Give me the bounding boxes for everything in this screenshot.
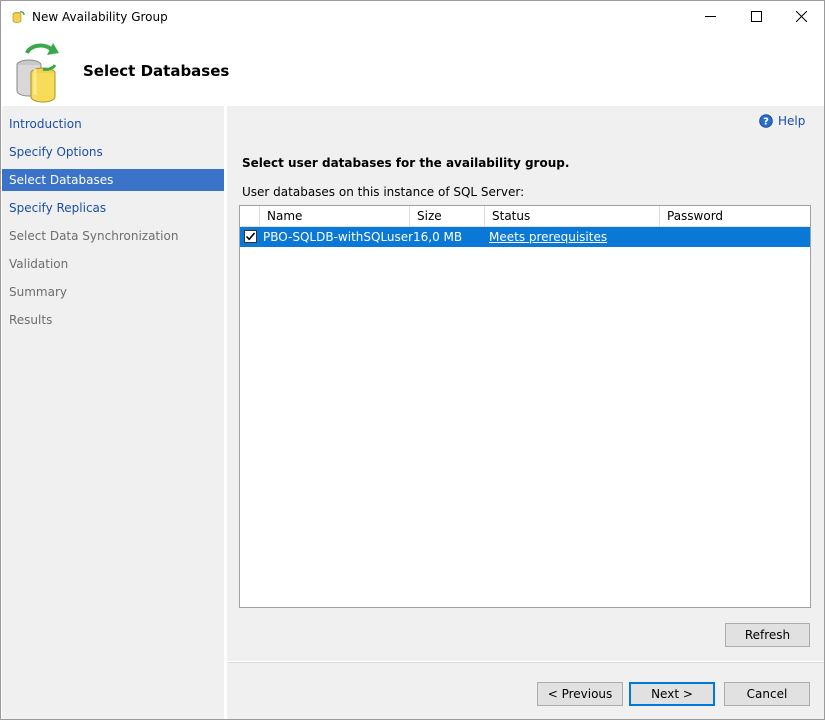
row-name: PBO-SQLDB-withSQLuser xyxy=(263,230,414,244)
wizard-header: Select Databases xyxy=(1,32,824,106)
minimize-button[interactable] xyxy=(687,1,733,32)
nav-item-select-data-synchronization: Select Data Synchronization xyxy=(9,229,179,243)
window-title: New Availability Group xyxy=(32,10,168,24)
nav-item-introduction[interactable]: Introduction xyxy=(2,113,224,135)
close-icon xyxy=(795,11,807,22)
database-sync-icon xyxy=(16,43,59,103)
app-icon xyxy=(12,11,25,23)
svg-text:?: ? xyxy=(763,117,769,128)
table-row[interactable]: PBO-SQLDB-withSQLuser 16,0 MB Meets prer… xyxy=(240,227,810,247)
grid-label: User databases on this instance of SQL S… xyxy=(242,185,525,199)
new-availability-group-window: New Availability Group Select Databases … xyxy=(0,0,825,720)
help-label: Help xyxy=(778,114,806,128)
nav-item-results: Results xyxy=(9,313,53,327)
row-checkbox[interactable] xyxy=(244,230,257,243)
page-title: Select Databases xyxy=(83,62,230,80)
close-button[interactable] xyxy=(778,1,824,32)
nav-item-specify-replicas[interactable]: Specify Replicas xyxy=(2,197,224,219)
nav-item-specify-options[interactable]: Specify Options xyxy=(2,141,224,163)
section-heading: Select user databases for the availabili… xyxy=(242,156,570,170)
column-header-status[interactable]: Status xyxy=(484,206,659,227)
maximize-button[interactable] xyxy=(733,1,779,32)
title-bar: New Availability Group xyxy=(1,1,824,32)
wizard-footer: < Previous Next > Cancel xyxy=(227,662,824,719)
column-header-check xyxy=(240,206,259,227)
wizard-nav: Introduction Specify Options Select Data… xyxy=(2,106,224,719)
grid-header: Name Size Status Password xyxy=(240,206,810,227)
nav-item-summary: Summary xyxy=(9,285,67,299)
databases-grid[interactable]: Name Size Status Password PBO-SQLDB-with… xyxy=(239,205,811,608)
minimize-icon xyxy=(704,16,716,17)
row-status-link[interactable]: Meets prerequisites xyxy=(489,227,607,247)
nav-item-select-databases[interactable]: Select Databases xyxy=(2,169,224,191)
column-header-size[interactable]: Size xyxy=(409,206,484,227)
help-icon: ? xyxy=(759,114,773,128)
cancel-button[interactable]: Cancel xyxy=(724,682,810,706)
row-size: 16,0 MB xyxy=(413,230,463,244)
main-panel: ? Help Select user databases for the ava… xyxy=(227,106,824,661)
previous-button[interactable]: < Previous xyxy=(537,682,623,706)
next-button[interactable]: Next > xyxy=(629,682,715,706)
refresh-button[interactable]: Refresh xyxy=(725,623,810,647)
column-header-name[interactable]: Name xyxy=(259,206,409,227)
column-header-password[interactable]: Password xyxy=(659,206,810,227)
help-link[interactable]: ? Help xyxy=(759,112,805,130)
checkmark-icon xyxy=(245,232,256,241)
nav-item-validation: Validation xyxy=(9,257,69,271)
maximize-icon xyxy=(750,11,762,22)
